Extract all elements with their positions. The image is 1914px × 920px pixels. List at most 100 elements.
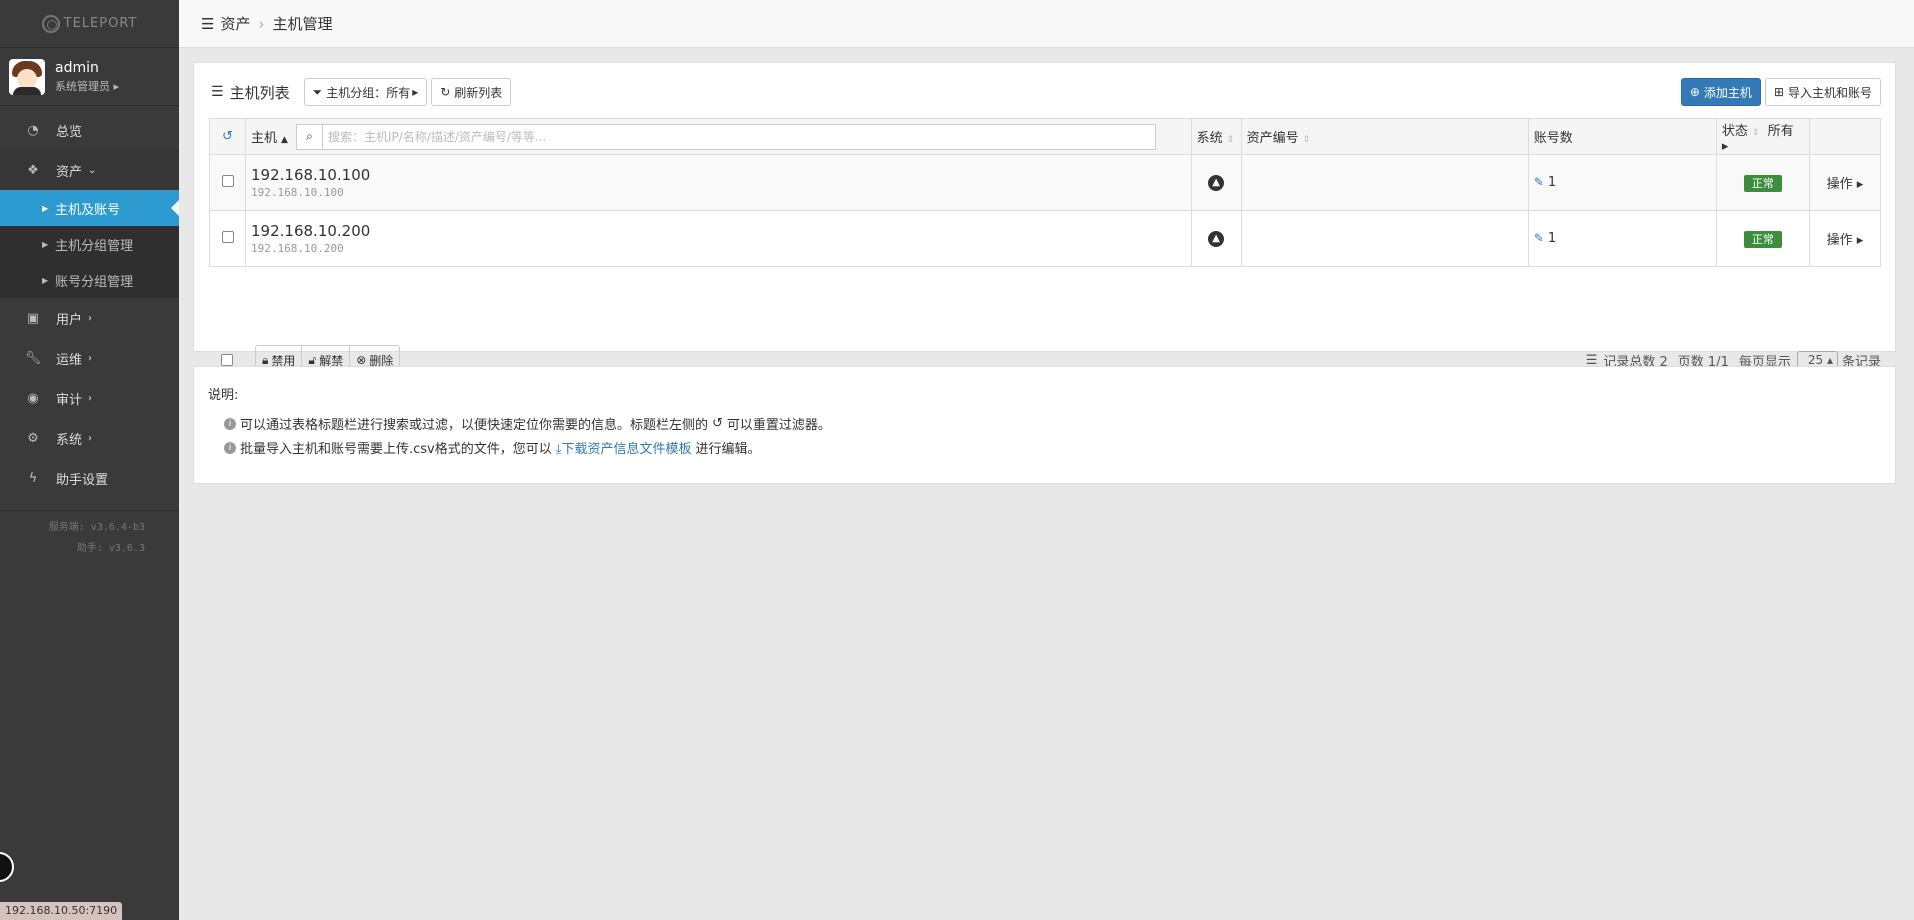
address-book-icon: ▣ bbox=[26, 310, 40, 326]
asset-no bbox=[1240, 210, 1529, 267]
search-input-wrapper: ⌕ bbox=[295, 123, 1156, 150]
sort-icon: ⇕ bbox=[1751, 127, 1760, 138]
table-row: 192.168.10.100 192.168.10.100 ▲ ✎ 1 正常 操作… bbox=[208, 154, 1882, 211]
host-ip[interactable]: 192.168.10.100 bbox=[251, 166, 1186, 184]
remove-icon: ⊗ bbox=[356, 353, 367, 367]
undo-icon: ↺ bbox=[712, 416, 723, 431]
chevron-right-icon: › bbox=[88, 392, 93, 404]
add-host-button[interactable]: ⊕ 添加主机 bbox=[1680, 78, 1761, 106]
os-column-header[interactable]: 系统 ⇕ bbox=[1190, 118, 1242, 155]
sidebar-item-host-groups[interactable]: ▶ 主机分组管理 bbox=[0, 226, 179, 262]
server-icon: ☰ bbox=[201, 14, 215, 33]
row-checkbox[interactable] bbox=[221, 230, 234, 243]
info-icon: i bbox=[224, 417, 236, 430]
edit-icon: ✎ bbox=[1533, 231, 1544, 245]
caret-right-icon: ▶ bbox=[42, 239, 49, 249]
action-column-header bbox=[1808, 118, 1882, 155]
row-checkbox[interactable] bbox=[221, 174, 234, 187]
bolt-icon: ϟ bbox=[28, 470, 38, 486]
assets-submenu: ▶ 主机及账号 ▶ 主机分组管理 ▶ 账号分组管理 bbox=[0, 190, 179, 298]
reset-filter-header[interactable]: ↺ bbox=[208, 118, 247, 155]
teleport-logo-icon bbox=[41, 14, 60, 33]
logo-text: TELEPORT bbox=[63, 16, 138, 31]
breadcrumb-host-management: 主机管理 bbox=[272, 15, 333, 33]
host-table: ↺ 主机▲ ⌕ 系统⇕ 资产编号⇕ 账号数 状态⇕ 所有 ▸ bbox=[208, 118, 1882, 267]
refresh-list-button[interactable]: ↻ 刷新列表 bbox=[431, 78, 512, 106]
caret-right-icon: ▸ bbox=[412, 85, 419, 99]
status-url: 192.168.10.50:7190 bbox=[0, 902, 123, 920]
host-column-header[interactable]: 主机 ▲ bbox=[251, 127, 288, 146]
menu-system[interactable]: ⚙ 系统 › bbox=[0, 418, 179, 458]
chevron-right-icon: › bbox=[88, 312, 93, 324]
user-name: admin bbox=[55, 59, 99, 76]
filter-icon: ⏷ bbox=[312, 84, 323, 99]
search-input[interactable] bbox=[322, 129, 1155, 144]
asset-no-column-header[interactable]: 资产编号 ⇕ bbox=[1240, 118, 1529, 155]
avatar bbox=[9, 58, 45, 95]
account-count-cell[interactable]: ✎ 1 bbox=[1527, 210, 1717, 267]
dashboard-icon: ◔ bbox=[27, 122, 39, 138]
note-item: i 批量导入主机和账号需要上传.csv格式的文件，您可以 ⤓下载资产信息文件模板… bbox=[224, 438, 761, 457]
linux-icon: ▲ bbox=[1208, 175, 1225, 191]
status-column-header[interactable]: 状态 ⇕ 所有 ▸ bbox=[1715, 118, 1810, 155]
sort-icon: ⇕ bbox=[1302, 135, 1311, 145]
plus-circle-icon: ⊕ bbox=[1689, 85, 1700, 99]
eye-icon: ◉ bbox=[27, 390, 39, 406]
breadcrumb: ☰ 资产 › 主机管理 bbox=[179, 0, 1914, 48]
menu-assets[interactable]: ❖ 资产 ⌄ bbox=[0, 150, 179, 190]
note-item: i 可以通过表格标题栏进行搜索或过滤，以便快速定位你需要的信息。标题栏左侧的 ↺… bbox=[224, 414, 831, 433]
assistant-version: 助手: v3.6.3 bbox=[76, 543, 145, 554]
menu-ops[interactable]: 🔧︎ 运维 › bbox=[0, 338, 179, 378]
caret-right-icon: ▶ bbox=[42, 203, 49, 213]
plus-square-icon: ⊞ bbox=[1773, 85, 1784, 99]
undo-icon[interactable]: ↺ bbox=[222, 129, 233, 144]
breadcrumb-assets: 资产 bbox=[220, 15, 251, 33]
caret-right-icon: ▶ bbox=[42, 275, 49, 285]
linux-icon: ▲ bbox=[1208, 231, 1225, 247]
notes-panel: 说明: i 可以通过表格标题栏进行搜索或过滤，以便快速定位你需要的信息。标题栏左… bbox=[193, 366, 1896, 484]
menu-assistant[interactable]: ϟ 助手设置 bbox=[0, 458, 179, 498]
table-row: 192.168.10.200 192.168.10.200 ▲ ✎ 1 正常 操作… bbox=[208, 210, 1882, 267]
menu-users[interactable]: ▣ 用户 › bbox=[0, 298, 179, 338]
sort-asc-icon: ▲ bbox=[281, 135, 288, 145]
asset-no bbox=[1240, 154, 1529, 211]
wrench-icon: 🔧︎ bbox=[24, 350, 42, 366]
list-icon: ☰ bbox=[211, 84, 224, 100]
sidebar-item-account-groups[interactable]: ▶ 账号分组管理 bbox=[0, 262, 179, 298]
sort-icon: ⇕ bbox=[1226, 135, 1235, 145]
import-hosts-button[interactable]: ⊞ 导入主机和账号 bbox=[1764, 78, 1881, 106]
status-badge: 正常 bbox=[1743, 230, 1782, 248]
menu-audit[interactable]: ◉ 审计 › bbox=[0, 378, 179, 418]
server-version: 服务端: v3.6.4-b3 bbox=[48, 522, 145, 533]
info-icon: i bbox=[224, 441, 236, 454]
notes-title: 说明: bbox=[208, 388, 239, 403]
row-action-button[interactable]: 操作 ▸ bbox=[1808, 210, 1882, 267]
user-role[interactable]: 系统管理员 ▸ bbox=[55, 78, 119, 94]
chevron-right-icon: › bbox=[88, 352, 93, 364]
host-list-panel: ☰ 主机列表 ⏷ 主机分组：所有 ▸ ↻ 刷新列表 ⊕ 添加主机 ⊞ 导入主机和… bbox=[193, 62, 1896, 375]
menu-overview[interactable]: ◔ 总览 bbox=[0, 110, 179, 150]
sidebar: TELEPORT admin 系统管理员 ▸ ◔ 总览 ❖ 资产 ⌄ ▶ 主机及… bbox=[0, 0, 179, 920]
search-icon: ⌕ bbox=[297, 124, 323, 149]
refresh-icon: ↻ bbox=[440, 85, 451, 99]
app-logo[interactable]: TELEPORT bbox=[0, 0, 179, 48]
host-sub-ip: 192.168.10.100 bbox=[251, 186, 344, 199]
row-action-button[interactable]: 操作 ▸ bbox=[1808, 154, 1882, 211]
cubes-icon: ❖ bbox=[27, 162, 39, 178]
download-template-link[interactable]: ⤓下载资产信息文件模板 bbox=[556, 438, 692, 457]
edit-icon: ✎ bbox=[1533, 175, 1544, 189]
page-title: ☰ 主机列表 bbox=[211, 83, 290, 102]
status-badge: 正常 bbox=[1743, 174, 1782, 192]
sidebar-item-hosts-accounts[interactable]: ▶ 主机及账号 bbox=[0, 190, 179, 226]
group-filter-button[interactable]: ⏷ 主机分组：所有 ▸ bbox=[303, 78, 428, 106]
floating-button[interactable] bbox=[0, 852, 14, 882]
select-all-checkbox[interactable] bbox=[221, 354, 233, 366]
chevron-down-icon: ⌄ bbox=[88, 164, 97, 176]
gear-icon: ⚙ bbox=[27, 430, 39, 446]
user-panel[interactable]: admin 系统管理员 ▸ bbox=[0, 48, 179, 106]
host-sub-ip: 192.168.10.200 bbox=[251, 242, 344, 255]
chevron-right-icon: › bbox=[88, 432, 93, 444]
host-ip[interactable]: 192.168.10.200 bbox=[251, 222, 1186, 240]
account-count-cell[interactable]: ✎ 1 bbox=[1527, 154, 1717, 211]
accounts-column-header: 账号数 bbox=[1527, 118, 1717, 155]
